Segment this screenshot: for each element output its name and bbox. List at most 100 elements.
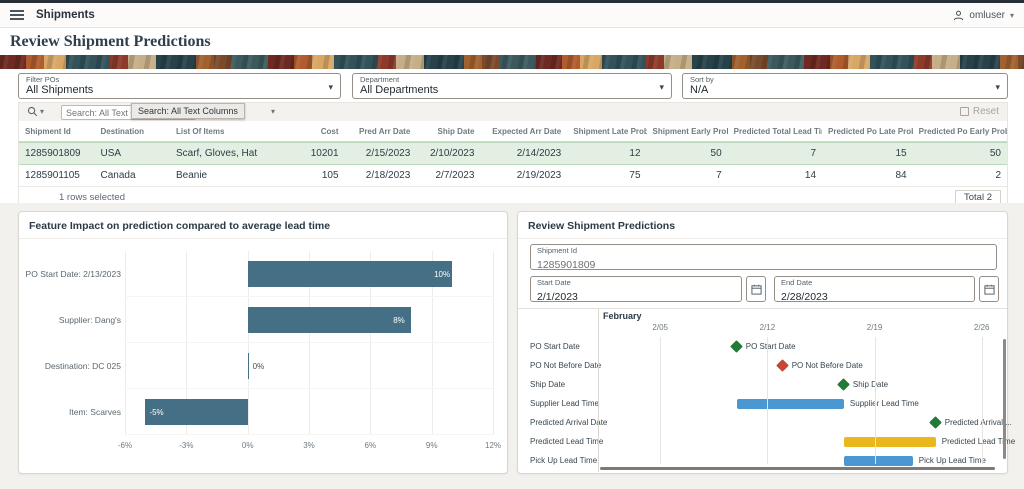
gantt-gridline <box>875 337 876 464</box>
gantt-row-label: PO Not Before Date <box>530 361 601 370</box>
table-row[interactable]: 1285901105CanadaBeanie1052/18/20232/7/20… <box>19 165 1007 187</box>
gantt-month-label: February <box>603 311 642 321</box>
column-header[interactable]: List Of Items <box>170 121 288 142</box>
bar-row: -5% <box>125 389 493 435</box>
bar-category-label: Supplier: Dang's <box>25 315 121 325</box>
column-header[interactable]: Predicted Po Late Prob <box>822 121 913 142</box>
gantt-bar <box>844 437 936 447</box>
page-title: Review Shipment Predictions <box>10 33 211 51</box>
gantt-vertical-scrollbar[interactable] <box>1003 339 1006 459</box>
x-tick-label: 9% <box>426 441 438 450</box>
bar <box>248 353 249 379</box>
x-tick-label: 3% <box>303 441 315 450</box>
gantt-annotation: Predicted Arrival ... <box>945 418 1012 427</box>
gantt-tick-label: 2/05 <box>652 323 668 332</box>
table-cell: 75 <box>567 165 646 186</box>
gantt-plot-area: February PO Start Date PO Not Before Date… <box>598 309 997 472</box>
gantt-gridline <box>982 337 983 464</box>
x-tick-label: -6% <box>118 441 132 450</box>
bar-category-label: Item: Scarves <box>25 407 121 417</box>
decorative-banner <box>0 55 1024 69</box>
table-cell: 105 <box>288 165 345 186</box>
column-header[interactable]: Ship Date <box>416 121 480 142</box>
gantt-row: Predicted Arrival ... <box>599 413 997 432</box>
chevron-down-icon: ▾ <box>40 107 44 116</box>
table-toolbar: ▾ Search: All Text Columns ▾ Reset <box>18 102 1008 122</box>
shipment-id-field[interactable]: Shipment Id <box>530 244 997 270</box>
x-tick-label: 6% <box>365 441 377 450</box>
column-header[interactable]: Predicted Total Lead Time <box>728 121 822 142</box>
gantt-milestone <box>838 378 851 391</box>
gantt-bar <box>844 456 913 466</box>
gantt-annotation: PO Start Date <box>746 342 796 351</box>
bar <box>248 307 412 333</box>
gantt-row-label: Supplier Lead Time <box>530 399 599 408</box>
table-cell: 50 <box>647 143 728 164</box>
table-row[interactable]: 1285901809USAScarf, Gloves, Hat102012/15… <box>19 142 1007 165</box>
table-cell: 14 <box>728 165 822 186</box>
column-header[interactable]: Expected Arr Date <box>480 121 567 142</box>
table-cell: 7 <box>728 143 822 164</box>
column-header[interactable]: Cost <box>288 121 345 142</box>
table-cell: USA <box>94 143 169 164</box>
start-date-field[interactable]: Start Date <box>530 276 742 302</box>
chevron-down-icon: ▾ <box>1010 11 1014 20</box>
feature-impact-card: Feature Impact on prediction compared to… <box>18 211 508 474</box>
reset-button[interactable]: Reset <box>960 106 999 117</box>
gantt-tick-label: 2/12 <box>760 323 776 332</box>
table-cell: 10201 <box>288 143 345 164</box>
reset-label: Reset <box>973 106 999 117</box>
gantt-milestone <box>929 416 942 429</box>
column-header[interactable]: Predicted Po Early Prob <box>913 121 1007 142</box>
gantt-rows: PO Start Date PO Not Before Date Ship Date… <box>599 337 997 470</box>
magnifier-icon <box>27 106 38 117</box>
predictions-title: Review Shipment Predictions <box>518 212 1007 239</box>
gantt-annotation: Pick Up Lead Time <box>919 456 986 465</box>
table-cell: 1285901809 <box>19 143 94 164</box>
gantt-annotation: PO Not Before Date <box>792 361 863 370</box>
shipments-table: Shipment IdDestinationList Of ItemsCostP… <box>18 121 1008 209</box>
chevron-down-icon: ▾ <box>995 82 1000 93</box>
gantt-row: Ship Date <box>599 375 997 394</box>
column-header[interactable]: Pred Arr Date <box>345 121 417 142</box>
bar-category-label: Destination: DC 025 <box>25 361 121 371</box>
filter-select-sort-by[interactable]: Sort byN/A ▾ <box>682 73 1008 99</box>
column-header[interactable]: Shipment Early Prob <box>647 121 728 142</box>
column-header[interactable]: Shipment Id <box>19 121 94 142</box>
bar-row: 8% <box>125 297 493 343</box>
gantt-row-label: Ship Date <box>530 380 565 389</box>
end-date-label: End Date <box>781 279 968 287</box>
end-date-calendar-icon[interactable] <box>979 276 999 302</box>
table-cell: 50 <box>913 143 1007 164</box>
end-date-input[interactable] <box>781 291 968 303</box>
user-menu[interactable]: omluser ▾ <box>953 10 1014 21</box>
gantt-gridline <box>660 337 661 464</box>
filter-value: All Shipments <box>26 84 322 97</box>
hamburger-menu-icon[interactable] <box>10 10 24 20</box>
bar-value-label: 10% <box>434 270 450 279</box>
bar-plot-area: 10%8%0%-5% <box>125 251 493 435</box>
column-header[interactable]: Destination <box>94 121 169 142</box>
table-cell: Beanie <box>170 165 288 186</box>
start-date-input[interactable] <box>537 291 735 303</box>
page-header: Review Shipment Predictions <box>0 28 1024 55</box>
filter-value: N/A <box>690 84 989 97</box>
chevron-down-icon: ▾ <box>659 82 664 93</box>
gantt-horizontal-scrollbar[interactable] <box>600 467 995 470</box>
filter-select-department[interactable]: DepartmentAll Departments▾ <box>352 73 672 99</box>
filter-label: Sort by <box>690 76 989 84</box>
filter-bar: Filter POsAll Shipments▾DepartmentAll De… <box>0 69 1024 102</box>
end-date-field[interactable]: End Date <box>774 276 975 302</box>
bar <box>248 261 452 287</box>
app-bar: Shipments omluser ▾ <box>0 3 1024 28</box>
search-menu-button[interactable]: ▾ <box>27 106 44 117</box>
filter-label: Filter POs <box>26 76 322 84</box>
table-cell: 12 <box>567 143 646 164</box>
filter-select-filter-pos[interactable]: Filter POsAll Shipments▾ <box>18 73 341 99</box>
gantt-milestone <box>730 340 743 353</box>
table-cell: 2/18/2023 <box>345 165 417 186</box>
table-cell: 2/7/2023 <box>416 165 480 186</box>
column-header[interactable]: Shipment Late Prob <box>567 121 646 142</box>
shipment-id-input[interactable] <box>537 259 990 271</box>
start-date-calendar-icon[interactable] <box>746 276 766 302</box>
